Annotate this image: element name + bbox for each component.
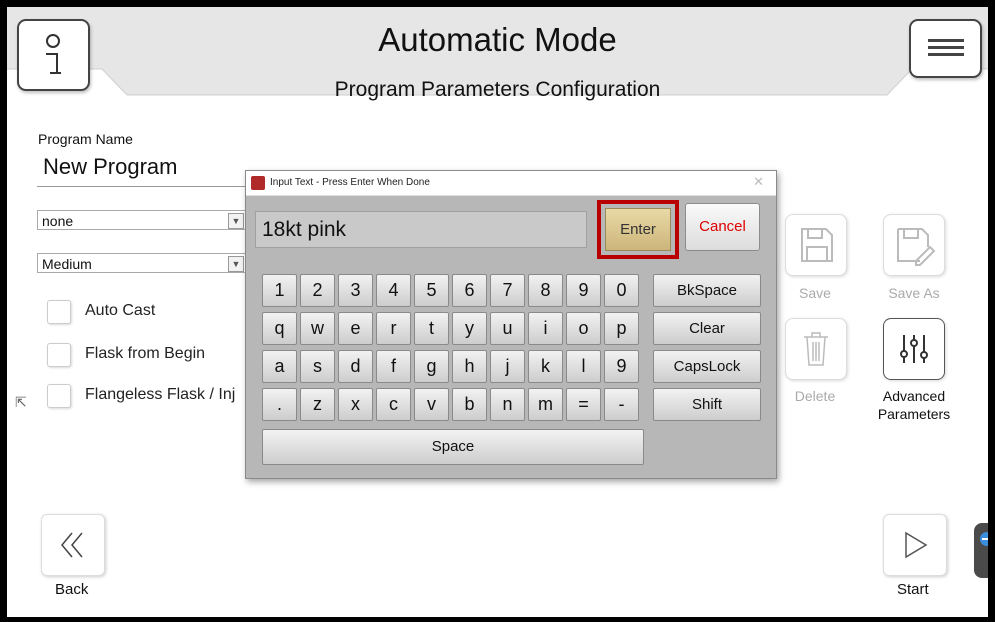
double-chevron-left-icon bbox=[61, 532, 83, 558]
chevron-down-icon[interactable]: ▼ bbox=[228, 256, 244, 272]
mouse-cursor-icon: ⇱ bbox=[15, 394, 27, 410]
key-5[interactable]: 5 bbox=[414, 274, 449, 307]
key-j[interactable]: j bbox=[490, 350, 525, 383]
program-name-field[interactable]: New Program bbox=[43, 154, 177, 180]
checkbox-label: Flangeless Flask / Inj bbox=[85, 386, 236, 403]
page-title: Automatic Mode bbox=[378, 21, 617, 58]
checkbox[interactable] bbox=[47, 384, 71, 408]
checkbox[interactable] bbox=[47, 343, 71, 367]
teamviewer-icon bbox=[980, 532, 988, 546]
key-s[interactable]: s bbox=[300, 350, 335, 383]
checkbox[interactable] bbox=[47, 300, 71, 324]
key-k[interactable]: k bbox=[528, 350, 563, 383]
teamviewer-tab[interactable] bbox=[974, 523, 988, 578]
key-h[interactable]: h bbox=[452, 350, 487, 383]
advanced-parameters-button[interactable] bbox=[883, 318, 945, 380]
floppy-pencil-icon bbox=[897, 228, 936, 266]
key-e[interactable]: e bbox=[338, 312, 373, 345]
key-w[interactable]: w bbox=[300, 312, 335, 345]
text-input[interactable]: 18kt pink bbox=[255, 211, 587, 248]
trash-icon bbox=[804, 332, 828, 366]
checkbox-label: Flask from Begin bbox=[85, 345, 206, 362]
key-3[interactable]: 3 bbox=[338, 274, 373, 307]
cancel-button[interactable]: Cancel bbox=[685, 203, 760, 251]
capslock-key[interactable]: CapsLock bbox=[653, 350, 761, 383]
dialog-titlebar: Input Text - Press Enter When Done ✕ bbox=[246, 171, 776, 196]
key-2[interactable]: 2 bbox=[300, 274, 335, 307]
key-a[interactable]: a bbox=[262, 350, 297, 383]
play-icon bbox=[905, 531, 928, 559]
checkbox-label: Auto Cast bbox=[85, 302, 156, 319]
key-9[interactable]: 9 bbox=[604, 350, 639, 383]
key-t[interactable]: t bbox=[414, 312, 449, 345]
key-q[interactable]: q bbox=[262, 312, 297, 345]
save-label: Save bbox=[799, 285, 831, 301]
speed-select-value: Medium bbox=[42, 256, 92, 272]
alloy-select[interactable]: none ▼ bbox=[37, 210, 247, 230]
start-label: Start bbox=[897, 581, 929, 598]
speed-select[interactable]: Medium ▼ bbox=[37, 253, 247, 273]
key-9[interactable]: 9 bbox=[566, 274, 601, 307]
clear-key[interactable]: Clear bbox=[653, 312, 761, 345]
space-key[interactable]: Space bbox=[262, 429, 644, 465]
key-1[interactable]: 1 bbox=[262, 274, 297, 307]
key-p[interactable]: p bbox=[604, 312, 639, 345]
backspace-key[interactable]: BkSpace bbox=[653, 274, 761, 307]
key-7[interactable]: 7 bbox=[490, 274, 525, 307]
key-f[interactable]: f bbox=[376, 350, 411, 383]
sliders-icon bbox=[900, 335, 928, 363]
enter-button[interactable]: Enter bbox=[605, 208, 671, 251]
key-g[interactable]: g bbox=[414, 350, 449, 383]
back-label: Back bbox=[55, 581, 89, 598]
program-name-label: Program Name bbox=[38, 131, 133, 147]
alloy-select-value: none bbox=[42, 213, 74, 229]
key-i[interactable]: i bbox=[528, 312, 563, 345]
key-u[interactable]: u bbox=[490, 312, 525, 345]
close-icon[interactable]: ✕ bbox=[753, 174, 764, 190]
back-button[interactable] bbox=[41, 514, 105, 576]
key-6[interactable]: 6 bbox=[452, 274, 487, 307]
start-button[interactable] bbox=[883, 514, 947, 576]
enter-highlight: Enter bbox=[597, 200, 679, 259]
page-subtitle: Program Parameters Configuration bbox=[334, 78, 661, 101]
shift-key[interactable]: Shift bbox=[653, 388, 761, 421]
delete-label: Delete bbox=[794, 388, 836, 404]
app-icon bbox=[251, 176, 265, 190]
floppy-disk-icon bbox=[801, 228, 833, 262]
dialog-title: Input Text - Press Enter When Done bbox=[270, 177, 430, 188]
save-as-button[interactable] bbox=[883, 214, 945, 276]
input-text-dialog: Input Text - Press Enter When Done ✕ 18k… bbox=[245, 170, 777, 479]
key-z[interactable]: z bbox=[300, 388, 335, 421]
delete-button[interactable] bbox=[785, 318, 847, 380]
save-button[interactable] bbox=[785, 214, 847, 276]
key-m[interactable]: m bbox=[528, 388, 563, 421]
key-l[interactable]: l bbox=[566, 350, 601, 383]
key-c[interactable]: c bbox=[376, 388, 411, 421]
key-b[interactable]: b bbox=[452, 388, 487, 421]
key-d[interactable]: d bbox=[338, 350, 373, 383]
key-4[interactable]: 4 bbox=[376, 274, 411, 307]
key-0[interactable]: 0 bbox=[604, 274, 639, 307]
key-period[interactable]: . bbox=[262, 388, 297, 421]
advanced-label-line2: Parameters bbox=[877, 406, 951, 422]
key-x[interactable]: x bbox=[338, 388, 373, 421]
key-r[interactable]: r bbox=[376, 312, 411, 345]
key-8[interactable]: 8 bbox=[528, 274, 563, 307]
key-n[interactable]: n bbox=[490, 388, 525, 421]
key-o[interactable]: o bbox=[566, 312, 601, 345]
app-window: Automatic Mode Program Parameters Config… bbox=[7, 7, 988, 617]
key-minus[interactable]: - bbox=[604, 388, 639, 421]
advanced-label-line1: Advanced bbox=[882, 388, 946, 404]
key-y[interactable]: y bbox=[452, 312, 487, 345]
chevron-down-icon[interactable]: ▼ bbox=[228, 213, 244, 229]
key-v[interactable]: v bbox=[414, 388, 449, 421]
save-as-label: Save As bbox=[888, 285, 940, 301]
key-equals[interactable]: = bbox=[566, 388, 601, 421]
